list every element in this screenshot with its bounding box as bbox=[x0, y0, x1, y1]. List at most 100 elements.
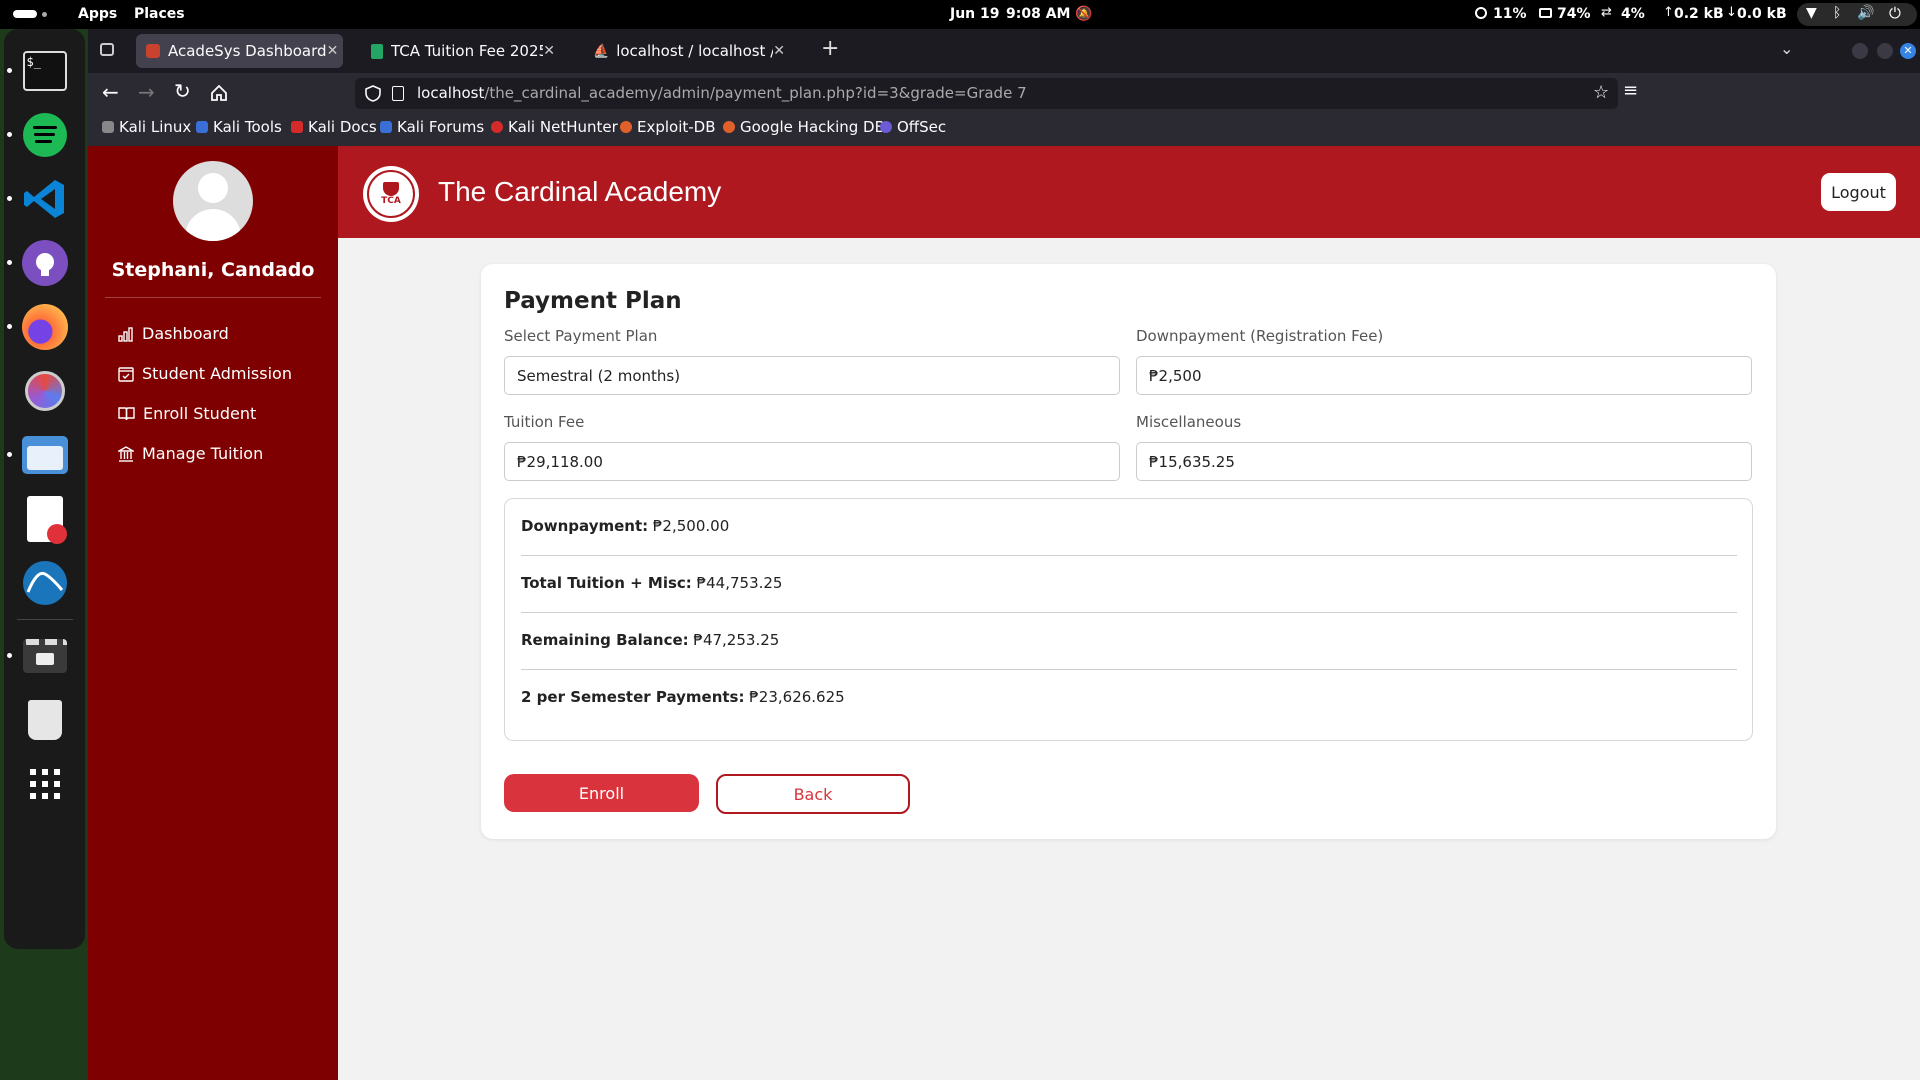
clock-date[interactable]: Jun 19 bbox=[950, 6, 1000, 22]
cpu-usage: 11% bbox=[1493, 6, 1527, 22]
dock-github[interactable] bbox=[6, 233, 75, 293]
dock-spotify[interactable] bbox=[6, 105, 75, 165]
payment-plan-select[interactable]: Semestral (2 months) bbox=[504, 356, 1120, 395]
sidebar-item-label: Dashboard bbox=[142, 324, 229, 343]
page-header: TCA The Cardinal Academy Logout bbox=[338, 146, 1920, 238]
download-rate: 0.0 kB bbox=[1737, 6, 1787, 22]
terminal-icon: $_ bbox=[22, 51, 67, 91]
list-all-tabs-icon[interactable]: ⌄ bbox=[1780, 39, 1793, 58]
bookmark-exploit-db[interactable]: Exploit-DB bbox=[620, 118, 716, 136]
bookmark-label: Kali NetHunter bbox=[508, 118, 618, 136]
url-host: localhost bbox=[417, 84, 485, 102]
sidebar-item-manage-tuition[interactable]: Manage Tuition bbox=[118, 444, 263, 463]
selected-plan: Semestral (2 months) bbox=[517, 366, 681, 385]
maximize-button[interactable] bbox=[1877, 43, 1893, 59]
tab-title: AcadeSys Dashboard bbox=[168, 42, 327, 60]
bookmark-kali-docs[interactable]: Kali Docs bbox=[291, 118, 377, 136]
apps-menu[interactable]: Apps bbox=[78, 6, 117, 22]
folder-icon bbox=[21, 436, 68, 474]
kali-docs-icon bbox=[291, 121, 303, 133]
ghdb-icon bbox=[723, 121, 735, 133]
memory-usage: 74% bbox=[1557, 6, 1591, 22]
summary-total: Total Tuition + Misc: ₱44,753.25 bbox=[521, 574, 1737, 592]
sidebar-item-dashboard[interactable]: Dashboard bbox=[118, 324, 229, 343]
vscode-icon bbox=[23, 180, 64, 218]
dock-burpsuite[interactable] bbox=[15, 361, 75, 421]
sidebar-item-label: Enroll Student bbox=[143, 404, 257, 423]
bookmark-star-icon[interactable]: ☆ bbox=[1593, 82, 1609, 103]
tab-overview-icon[interactable] bbox=[100, 43, 114, 56]
bookmark-label: Kali Forums bbox=[397, 118, 485, 136]
dock-wireshark[interactable] bbox=[15, 553, 75, 613]
sidebar-item-label: Student Admission bbox=[142, 364, 292, 383]
download-icon: ↓ bbox=[1726, 5, 1737, 20]
summary-divider bbox=[521, 555, 1737, 556]
kali-dragon-icon bbox=[102, 121, 114, 133]
bookmark-kali-forums[interactable]: Kali Forums bbox=[380, 118, 484, 136]
enroll-button[interactable]: Enroll bbox=[504, 774, 699, 812]
bookmark-offsec[interactable]: OffSec bbox=[880, 118, 946, 136]
close-tab-icon[interactable]: ✕ bbox=[773, 43, 785, 59]
close-tab-icon[interactable]: ✕ bbox=[543, 43, 555, 59]
clapperboard-icon bbox=[22, 639, 67, 673]
application-dock: $_ bbox=[4, 29, 85, 949]
summary-value: ₱47,253.25 bbox=[688, 631, 780, 649]
dock-terminal[interactable]: $_ bbox=[6, 41, 75, 101]
bookmark-kali-tools[interactable]: Kali Tools bbox=[196, 118, 282, 136]
compass-icon bbox=[24, 371, 65, 411]
dock-trash[interactable] bbox=[15, 690, 75, 750]
wifi-icon: ▼ bbox=[1806, 5, 1817, 21]
tab-acadesys-dashboard[interactable]: AcadeSys Dashboard ✕ bbox=[136, 34, 343, 68]
tab-phpmyadmin[interactable]: ⛵ localhost / localhost / tca ✕ bbox=[583, 34, 795, 68]
bookmark-label: OffSec bbox=[897, 118, 947, 136]
dock-vscode[interactable] bbox=[6, 169, 75, 229]
tab-tuition-fee-sheet[interactable]: TCA Tuition Fee 2025-202 ✕ bbox=[361, 34, 565, 68]
bookmark-label: Kali Linux bbox=[119, 118, 192, 136]
minimize-button[interactable] bbox=[1852, 43, 1868, 59]
sidebar-item-student-admission[interactable]: Student Admission bbox=[118, 364, 292, 383]
dock-app-grid[interactable] bbox=[15, 754, 75, 814]
shield-icon[interactable] bbox=[365, 85, 381, 102]
kali-forums-icon bbox=[380, 121, 392, 133]
dock-firefox[interactable] bbox=[6, 297, 75, 357]
forward-arrow-icon[interactable]: → bbox=[138, 80, 155, 104]
bookmark-kali-linux[interactable]: Kali Linux bbox=[102, 118, 191, 136]
page-icon[interactable] bbox=[392, 86, 404, 101]
back-arrow-icon[interactable]: ← bbox=[102, 80, 119, 104]
summary-value: ₱44,753.25 bbox=[691, 574, 783, 592]
payment-summary: Downpayment: ₱2,500.00 Total Tuition + M… bbox=[504, 498, 1753, 741]
home-icon[interactable] bbox=[210, 84, 228, 102]
bluetooth-icon: ᛒ bbox=[1833, 5, 1842, 21]
places-menu[interactable]: Places bbox=[134, 6, 185, 22]
volume-icon: 🔊 bbox=[1857, 5, 1875, 21]
menu-icon[interactable]: ≡ bbox=[1623, 80, 1638, 101]
logout-button[interactable]: Logout bbox=[1821, 173, 1896, 211]
payment-plan-card: Payment Plan Select Payment Plan Semestr… bbox=[481, 264, 1776, 839]
new-tab-icon[interactable]: + bbox=[821, 36, 839, 61]
close-window-button[interactable]: ✕ bbox=[1900, 43, 1916, 59]
miscellaneous-label: Miscellaneous bbox=[1136, 413, 1242, 431]
web-page: Stephani, Candado Dashboard Student Admi… bbox=[88, 146, 1920, 1080]
bookmark-kali-nethunter[interactable]: Kali NetHunter bbox=[491, 118, 618, 136]
reload-icon[interactable]: ↻ bbox=[174, 79, 191, 103]
tuition-fee-field[interactable]: ₱29,118.00 bbox=[504, 442, 1120, 481]
miscellaneous-field[interactable]: ₱15,635.25 bbox=[1136, 442, 1752, 481]
tuition-fee-label: Tuition Fee bbox=[504, 413, 585, 431]
dock-files[interactable] bbox=[6, 425, 75, 485]
url-path: /the_cardinal_academy/admin/payment_plan… bbox=[484, 84, 1027, 102]
downpayment-field[interactable]: ₱2,500 bbox=[1136, 356, 1752, 395]
clock-time[interactable]: 9:08 AM bbox=[1006, 6, 1070, 22]
system-tray[interactable]: ▼ ᛒ 🔊 ⏻ bbox=[1797, 3, 1917, 26]
activities-pill[interactable] bbox=[13, 10, 37, 18]
phpmyadmin-favicon: ⛵ bbox=[593, 43, 610, 59]
dock-text-editor[interactable] bbox=[15, 489, 75, 549]
back-button[interactable]: Back bbox=[716, 774, 910, 814]
summary-label: Total Tuition + Misc: bbox=[521, 574, 692, 592]
bookmark-google-hacking-db[interactable]: Google Hacking DB bbox=[723, 118, 885, 136]
sidebar-item-enroll-student[interactable]: Enroll Student bbox=[118, 404, 256, 423]
swap-icon: ⇄ bbox=[1601, 5, 1612, 20]
running-indicator bbox=[6, 132, 12, 137]
address-bar[interactable]: localhost/the_cardinal_academy/admin/pay… bbox=[355, 78, 1618, 109]
close-tab-icon[interactable]: ✕ bbox=[327, 43, 339, 59]
dock-video-recorder[interactable] bbox=[6, 626, 75, 686]
